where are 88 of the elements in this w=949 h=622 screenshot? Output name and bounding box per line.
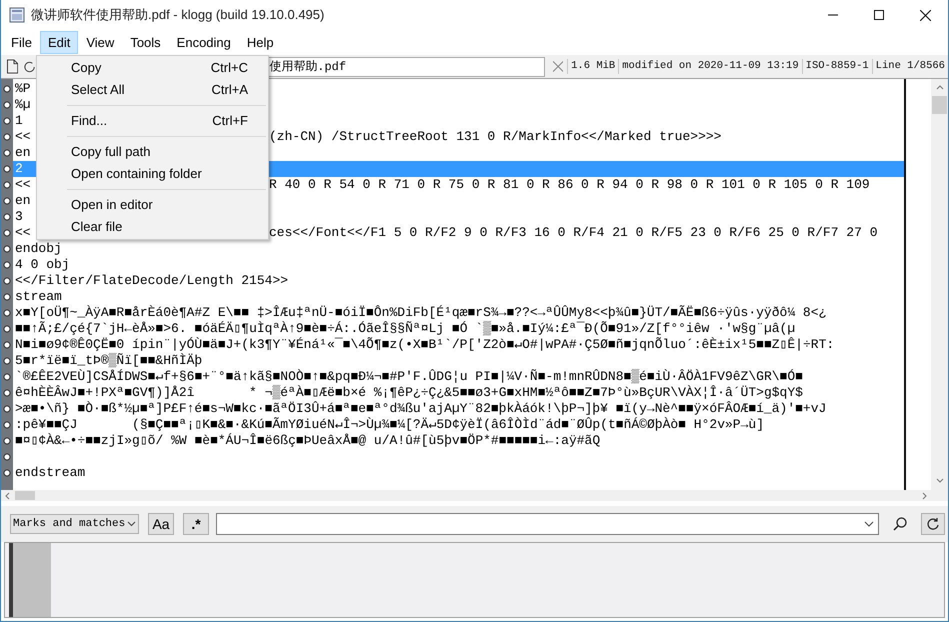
window-title: 微讲师软件使用帮助.pdf - klogg (build 19.10.0.495) [31, 6, 324, 24]
line-marker-icon [3, 309, 11, 317]
log-line: 4 0 obj [15, 257, 70, 272]
shortcut-text: Ctrl+A [212, 81, 248, 100]
line-marker-icon [3, 197, 11, 205]
line-marker-icon [3, 453, 11, 461]
log-line: << [15, 225, 31, 240]
line-marker-icon [3, 229, 11, 237]
log-line: :pê¥■■ÇJ (§■Ç■■ª¡▯K■&■·&Kú■ÃmYØiuéN↵Î¬>Ùµ¾■¼[?Ä↵5D¢ÿèÏ(â6ÎÒÌd¨ád■¨ØÛp(t■ñÁ©ØþÀò■ H°2v»P→ù] [15, 417, 764, 432]
log-line: ces<</Font<</F1 5 0 R/F2 9 0 R/F3 16 0 R/F4 21 0 R/F5 23 0 R/F6 25 0 R/F7 27 0 [269, 225, 878, 241]
line-marker-icon [3, 389, 11, 397]
case-sensitive-button[interactable]: Aa [148, 513, 174, 535]
refresh-search-button[interactable] [921, 513, 945, 535]
menu-item[interactable]: Copy full path [37, 141, 268, 163]
line-marker-icon [3, 165, 11, 173]
line-marker-icon [3, 325, 11, 333]
line-marker-icon [3, 277, 11, 285]
menu-item[interactable]: Find... Ctrl+F [37, 110, 268, 132]
line-marker-icon [3, 469, 11, 477]
filter-dropdown[interactable]: Marks and matches [10, 514, 139, 534]
dropdown-icon [864, 521, 874, 527]
log-line: << [15, 177, 31, 192]
dropdown-icon [127, 521, 136, 527]
log-line: stream [15, 289, 62, 304]
log-line: en [15, 193, 31, 208]
line-marker-icon [3, 405, 11, 413]
line-marker-icon [3, 101, 11, 109]
status-text: 1.6 MiB [567, 58, 618, 74]
log-line: 1 [15, 113, 23, 128]
regex-button[interactable]: .* [183, 513, 209, 535]
log-line: ê¤hÈÈÂwJ■+!PXª■GV¶)]Å2î * ¬▒éªÀ■▯Æë■b×é %¡¶êP¿÷Ç¿&5■■ø3+G■xHM■½ªô■■Z■7Þ°ù»BçUR\VÀX¦Î·â´ÜT>g$qY$ [15, 385, 803, 400]
maximize-icon[interactable] [874, 10, 884, 20]
log-line: 3 [15, 209, 23, 224]
line-marker-icon [3, 437, 11, 445]
status-text: Line 1/8566 [872, 58, 948, 74]
line-marker-icon [3, 293, 11, 301]
line-marker-icon [3, 181, 11, 189]
line-marker-icon [3, 341, 11, 349]
menu-item[interactable]: Open in editor [37, 194, 268, 216]
menu-item[interactable]: Help [238, 31, 282, 54]
line-marker-icon [3, 213, 11, 221]
log-line: endobj [15, 241, 62, 256]
log-line: x■Y[oÜ¶~_ÀÿA■R■årÈá0è¶A#Z E\■■ ‡>ÎÆu‡ªnÜ-■óiÏ■Ôn%DiFb[É¹qæ■rS¾→■??<→ªÛÛMy8<<þ¾û■}ÜT/■ÃË■ß6÷ÿûs·yÿðô¼ 8<¿ [15, 305, 826, 320]
menu-item[interactable]: Select All Ctrl+A [37, 79, 268, 101]
log-line: N■i■ø9¢®Ê0ÇË■0 ípin¨|yÓÙ■ä■J+(k3¶Y¨¥Éná¹«¯■\4Õ¶■z(•X■B¹`/P['Z2ò■↵O#|wPA#·Ç5Ø■ñ■jqnÕluo´:êÈ±ix¹5■■Z▯Ê|÷RT: [15, 337, 834, 352]
line-marker-icon [3, 373, 11, 381]
line-marker-icon [3, 149, 11, 157]
log-line: >æ■•\ñ} ■Ò·■ß*½µ■ª]P£F↑é■s¬W■kc·■ãªÖI3Û+á■ª■e■ª°d¾ßu'ajAµY¨82■þkÀáók!\þP¬]þ¥ ■ï(y→Nè^■■ÿ×óFÂOÆ■í_ä)'■+vJ [15, 401, 826, 416]
line-marker-icon [3, 85, 11, 93]
menu-item[interactable]: Encoding [168, 31, 239, 54]
shortcut-text: Ctrl+C [210, 59, 248, 78]
refresh-icon [926, 517, 940, 531]
log-line: (zh-CN) /StructTreeRoot 131 0 R/MarkInfo<</Marked true>>>> [269, 129, 722, 145]
app-icon [9, 7, 25, 23]
log-line: ■¤▯¢À&←•÷■■zjI»g▯õ/ %W ■è■*ÁU¬Î■ë6ßç■ÞUeâxÅ■@ u/A!û#[ù5þv■ÖP*#■■■■■i←:aÿ#ãQ [15, 433, 600, 448]
search-field[interactable] [216, 513, 879, 535]
log-line: `®£ÊE2VEÙ]CSÅÍDWS■↵f+§6■+¨°■ä↑kã§■NOÒ■↑■&pq■Ð¼¬■#P'F.ÛDG¦u PI■|¼V·Ñ■-m!mnRÛDN8■▒é■iÙ·ÂÖÀ1FV9êZ\GR\■Ó■ [15, 369, 803, 384]
menu-item[interactable]: View [78, 31, 122, 54]
menu-item[interactable]: Clear file [37, 216, 268, 238]
log-line: 5■r*ïë■ï_tÞ®▒Ñï[■■&HñÌÄþ [15, 353, 202, 368]
line-marker-icon [3, 245, 11, 253]
status-text: modified on 2020-11-09 13:19 [618, 58, 802, 74]
log-line: en [15, 145, 31, 160]
search-icon[interactable] [892, 516, 908, 532]
log-line: %P [15, 81, 31, 96]
line-marker-icon [3, 357, 11, 365]
close-icon[interactable] [920, 10, 930, 20]
status-text: ISO-8859-1 [802, 58, 872, 74]
log-line: R 40 0 R 54 0 R 71 0 R 75 0 R 81 0 R 86 0 R 94 0 R 98 0 R 101 0 R 105 0 R 109 [269, 177, 870, 193]
vertical-scrollbar[interactable] [931, 79, 948, 501]
menu-item[interactable]: Edit [40, 31, 78, 54]
scrollbar-thumb[interactable] [932, 96, 947, 114]
menu-item[interactable]: File [3, 31, 40, 54]
reload-icon[interactable] [23, 60, 36, 74]
line-marker-icon [3, 261, 11, 269]
menu-item[interactable]: Tools [122, 31, 169, 54]
line-marker-icon [3, 117, 11, 125]
new-file-icon[interactable] [7, 59, 18, 74]
log-line: << [15, 129, 31, 144]
horizontal-scrollbar[interactable] [1, 490, 931, 501]
log-line: <</Filter/FlateDecode/Length 2154>> [15, 273, 288, 288]
line-marker-icon [3, 421, 11, 429]
log-line: ■■↑Ã;£/çé{7`jH←èÅ»■>6. ■óäÉÄ▯¶uÌqªÀ↑9■è■÷Á:.ÓãeÎ§§Ñª¤Lj ■Ó `▒■»å.■Iý¼:£ª¯Ð(Õ■91»/Z[f°°iêw ·'w§g¨µâ(µ [15, 321, 796, 336]
line-marker-icon [3, 133, 11, 141]
log-line: %µ [15, 97, 31, 112]
scrollbar-thumb[interactable] [15, 491, 35, 500]
shortcut-text: Ctrl+F [212, 112, 248, 130]
log-line: endstream [15, 465, 86, 480]
